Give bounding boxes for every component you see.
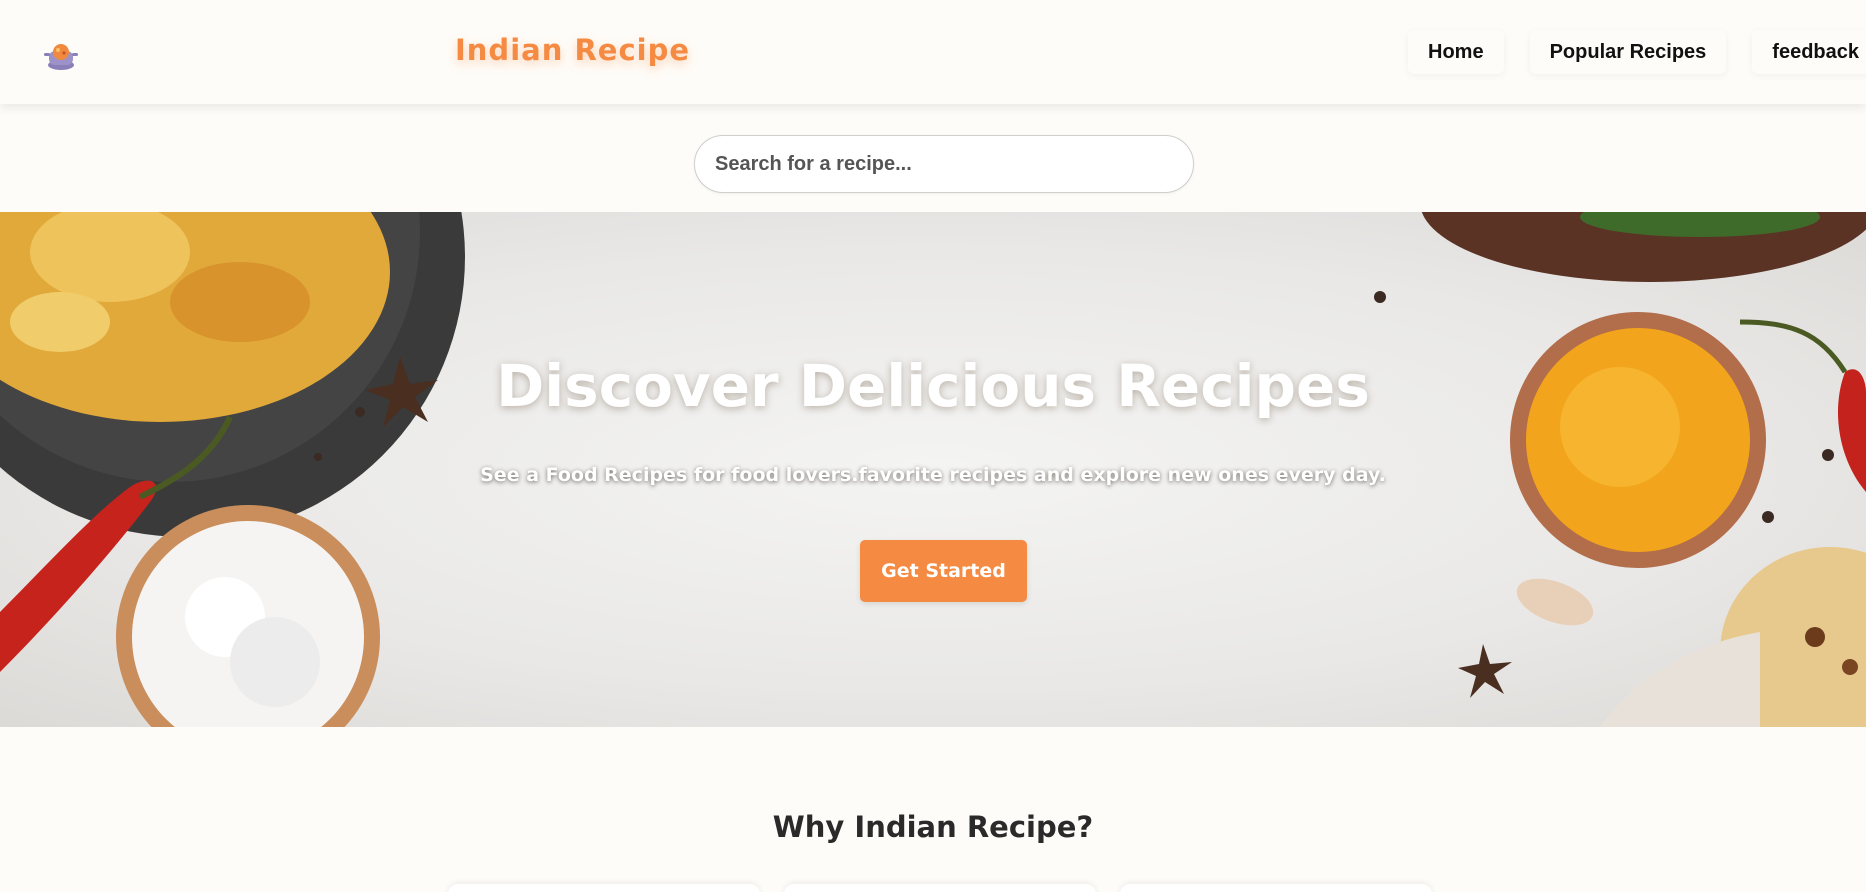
nav-home-link[interactable]: Home	[1408, 30, 1504, 74]
hero-banner: Discover Delicious Recipes See a Food Re…	[0, 212, 1866, 727]
why-section-title: Why Indian Recipe?	[772, 810, 1094, 844]
get-started-button[interactable]: Get Started	[860, 540, 1027, 602]
nav-feedback-link[interactable]: feedback	[1752, 30, 1866, 74]
feature-card	[784, 884, 1096, 892]
search-input[interactable]	[694, 135, 1194, 193]
nav-popular-recipes-link[interactable]: Popular Recipes	[1529, 30, 1727, 74]
navbar: Indian Recipe Home Popular Recipes feedb…	[0, 0, 1866, 104]
feature-card	[1120, 884, 1432, 892]
brand-title[interactable]: Indian Recipe	[455, 33, 690, 67]
cooking-pot-icon[interactable]	[42, 37, 80, 71]
nav-menu: Home Popular Recipes feedback	[1408, 30, 1866, 74]
hero-title: Discover Delicious Recipes	[496, 352, 1370, 420]
hero-subtitle: See a Food Recipes for food lovers.favor…	[480, 464, 1386, 486]
search-bar	[694, 135, 1194, 193]
feature-card	[448, 884, 760, 892]
